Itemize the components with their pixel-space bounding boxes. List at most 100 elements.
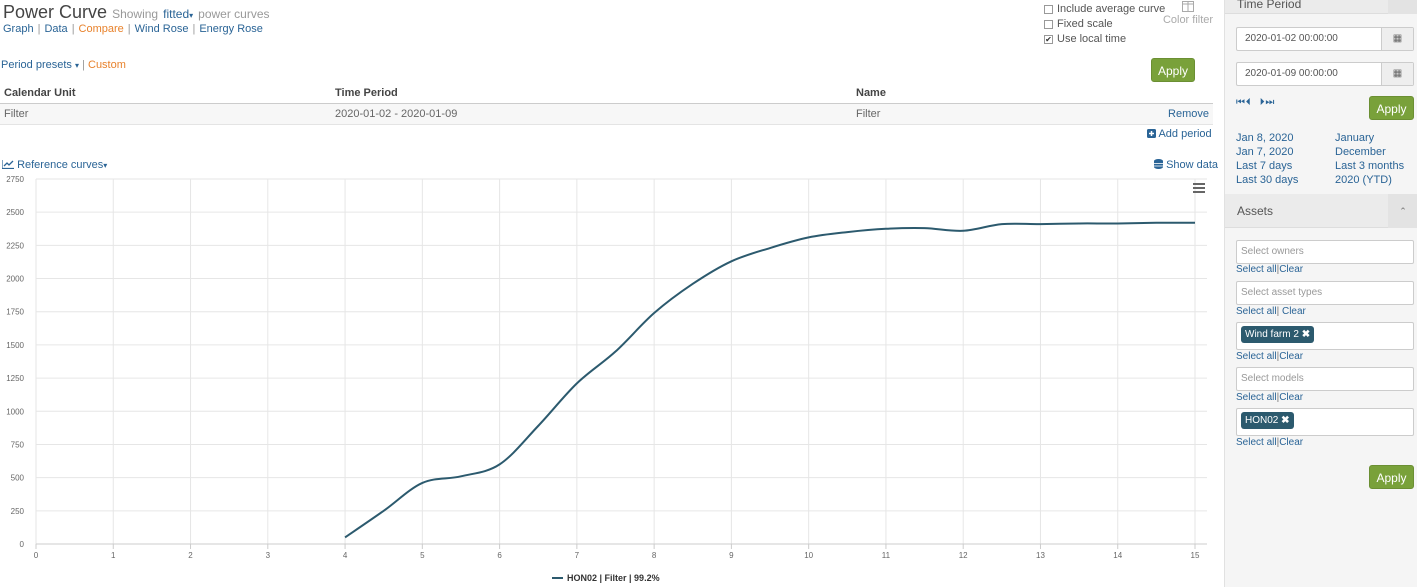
use-local-time-checkbox[interactable]: ✔ Use local time	[1044, 33, 1126, 45]
wind-farm-tag[interactable]: Wind farm 2 ✖	[1241, 326, 1315, 343]
collapse-icon[interactable]: ✕	[1388, 0, 1417, 14]
models-select-clear: Select all|Clear	[1236, 392, 1304, 403]
x-tick-label: 6	[497, 551, 502, 560]
cell-unit[interactable]: Filter	[0, 103, 331, 125]
showing-label: Showing	[112, 7, 159, 21]
nav-data[interactable]: Data	[44, 23, 67, 35]
nav-energy-rose[interactable]: Energy Rose	[199, 23, 263, 35]
apply-periods-button[interactable]: Apply	[1151, 58, 1195, 82]
x-tick-label: 15	[1191, 551, 1200, 560]
custom-preset-link[interactable]: Custom	[88, 59, 126, 71]
nav-compare[interactable]: Compare	[79, 23, 124, 35]
showing-suffix: power curves	[198, 7, 270, 21]
types-select-clear: Select all| Clear	[1236, 306, 1306, 317]
owners-select[interactable]: Select owners	[1236, 240, 1414, 264]
x-tick-label: 4	[343, 551, 348, 560]
turbine-tag[interactable]: HON02 ✖	[1241, 412, 1294, 429]
quick-date-link[interactable]: Last 3 months	[1335, 159, 1404, 173]
clear-link[interactable]: Clear	[1282, 306, 1306, 317]
asset-types-select[interactable]: Select asset types	[1236, 281, 1414, 305]
show-data-button[interactable]: Show data	[1154, 159, 1218, 171]
calendar-icon[interactable]: ▦	[1381, 28, 1413, 50]
quick-date-link[interactable]: Last 7 days	[1236, 159, 1298, 173]
table-header-row: Calendar Unit Time Period Name	[0, 84, 1213, 104]
remove-period-link[interactable]: Remove	[1168, 108, 1209, 120]
y-tick-label: 2750	[6, 175, 24, 184]
clear-link[interactable]: Clear	[1279, 351, 1303, 362]
quick-dates-right: January December Last 3 months 2020 (YTD…	[1335, 131, 1404, 187]
y-tick-label: 500	[11, 474, 25, 483]
checkbox-box[interactable]	[1044, 19, 1053, 29]
start-date-input[interactable]: 2020-01-02 00:00:00 ▦	[1236, 27, 1414, 51]
y-tick-label: 2500	[6, 208, 24, 217]
fixed-scale-checkbox[interactable]: Fixed scale	[1044, 18, 1113, 30]
y-tick-label: 1750	[6, 308, 24, 317]
checkbox-box[interactable]	[1044, 4, 1053, 14]
clear-link[interactable]: Clear	[1279, 392, 1303, 403]
last-page-icon[interactable]: ⏭	[1265, 97, 1274, 108]
wind-farm-select[interactable]: Wind farm 2 ✖	[1236, 322, 1414, 350]
first-page-icon[interactable]: ⏮	[1236, 97, 1245, 108]
x-tick-label: 1	[111, 551, 116, 560]
x-tick-label: 13	[1036, 551, 1045, 560]
add-period-button[interactable]: Add period	[1147, 128, 1212, 140]
column-header: Calendar Unit	[0, 84, 331, 104]
table-row: Filter 2020-01-02 - 2020-01-09 Filter Re…	[0, 103, 1213, 125]
curve-mode-dropdown[interactable]: fitted▾	[163, 7, 193, 21]
time-apply-button[interactable]: Apply	[1369, 96, 1414, 120]
calendar-icon[interactable]: ▦	[1381, 63, 1413, 85]
quick-date-link[interactable]: Jan 8, 2020	[1236, 131, 1298, 145]
cell-period[interactable]: 2020-01-02 - 2020-01-09	[331, 103, 852, 125]
title-text: Power Curve	[3, 2, 108, 22]
clear-link[interactable]: Clear	[1279, 437, 1303, 448]
y-tick-label: 1000	[6, 407, 24, 416]
remove-tag-icon[interactable]: ✖	[1281, 415, 1289, 426]
assets-apply-button[interactable]: Apply	[1369, 465, 1414, 489]
select-all-link[interactable]: Select all	[1236, 392, 1277, 403]
period-presets-dropdown[interactable]: Period presets ▾	[1, 59, 79, 71]
cell-name[interactable]: Filter	[852, 103, 1133, 125]
nav-graph[interactable]: Graph	[3, 23, 34, 35]
turbine-select-clear: Select all|Clear	[1236, 437, 1304, 448]
select-all-link[interactable]: Select all	[1236, 437, 1277, 448]
x-tick-label: 3	[266, 551, 271, 560]
assets-header[interactable]: Assets ⌃	[1225, 194, 1417, 228]
columns-icon	[1182, 1, 1194, 12]
color-filter-button[interactable]: Color filter	[1160, 1, 1216, 26]
select-all-link[interactable]: Select all	[1236, 264, 1277, 275]
x-tick-label: 2	[188, 551, 193, 560]
quick-date-link[interactable]: January	[1335, 131, 1404, 145]
x-tick-label: 7	[575, 551, 580, 560]
y-tick-label: 1500	[6, 341, 24, 350]
page-title: Power Curve Showing fitted▾ power curves	[3, 2, 270, 23]
prev-icon[interactable]: ⏴	[1246, 97, 1251, 108]
quick-date-link[interactable]: 2020 (YTD)	[1335, 173, 1404, 187]
checkbox-box-checked[interactable]: ✔	[1044, 34, 1053, 44]
quick-date-link[interactable]: Last 30 days	[1236, 173, 1298, 187]
select-all-link[interactable]: Select all	[1236, 351, 1277, 362]
filter-panel: Time Period ✕ 2020-01-02 00:00:00 ▦ 2020…	[1224, 0, 1417, 587]
end-date-input[interactable]: 2020-01-09 00:00:00 ▦	[1236, 62, 1414, 86]
quick-date-link[interactable]: December	[1335, 145, 1404, 159]
clear-link[interactable]: Clear	[1279, 264, 1303, 275]
time-period-header[interactable]: Time Period ✕	[1225, 0, 1417, 14]
column-header: Time Period	[331, 84, 852, 104]
view-nav: Graph | Data | Compare | Wind Rose | Energy Rose	[3, 23, 263, 35]
quick-date-link[interactable]: Jan 7, 2020	[1236, 145, 1298, 159]
chart-menu-icon[interactable]	[1193, 183, 1205, 193]
next-icon[interactable]: ⏵	[1260, 97, 1265, 108]
reference-curves-dropdown[interactable]: Reference curves▾	[1, 159, 107, 171]
x-tick-label: 8	[652, 551, 657, 560]
y-tick-label: 2250	[6, 241, 24, 250]
chart-legend[interactable]: HON02 | Filter | 99.2%	[552, 573, 660, 583]
turbine-select[interactable]: HON02 ✖	[1236, 408, 1414, 436]
models-select[interactable]: Select models	[1236, 367, 1414, 391]
select-all-link[interactable]: Select all	[1236, 306, 1277, 317]
plus-square-icon	[1147, 129, 1156, 138]
include-average-checkbox[interactable]: Include average curve	[1044, 3, 1165, 15]
chart-axes: 0250500750100012501500175020002250250027…	[6, 175, 1207, 560]
remove-tag-icon[interactable]: ✖	[1302, 329, 1310, 340]
x-tick-label: 0	[34, 551, 39, 560]
chevron-up-icon[interactable]: ⌃	[1388, 194, 1417, 228]
nav-wind-rose[interactable]: Wind Rose	[135, 23, 189, 35]
